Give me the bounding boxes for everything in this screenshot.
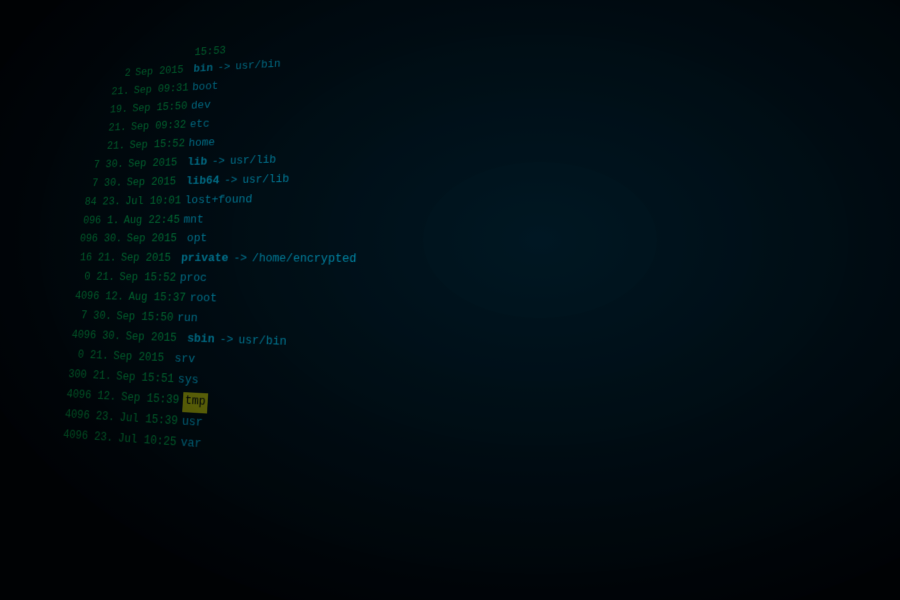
- col-date: Sep 2015: [113, 347, 176, 368]
- col-num: 096 1.: [81, 211, 125, 229]
- terminal-content: 15:53 2 Sep 2015 bin -> usr/bin 21. Sep …: [36, 0, 900, 600]
- arrow: ->: [207, 152, 231, 170]
- col-date: Aug 15:37: [128, 288, 190, 307]
- col-date: Sep 2015: [127, 154, 187, 173]
- col-num: 096 30.: [79, 230, 127, 248]
- col-num: 21.: [92, 83, 135, 102]
- terminal-screen: 15:53 2 Sep 2015 bin -> usr/bin 21. Sep …: [0, 0, 900, 600]
- col-date: Sep 2015: [120, 250, 182, 268]
- col-num: 0 21.: [76, 268, 120, 286]
- col-date: Sep 15:52: [129, 135, 189, 154]
- col-date: Sep 15:51: [116, 367, 179, 389]
- col-num: 19.: [90, 101, 133, 120]
- dir-name: srv: [174, 350, 196, 370]
- dir-name: usr: [181, 413, 203, 434]
- col-date: Sep 2015: [125, 328, 188, 349]
- dir-target: usr/lib: [242, 170, 290, 189]
- dir-name: mnt: [183, 211, 204, 230]
- arrow: ->: [212, 58, 235, 76]
- arrow: ->: [214, 330, 239, 350]
- dir-name: lib: [187, 154, 208, 173]
- dir-target: usr/bin: [235, 56, 281, 76]
- arrow: ->: [219, 171, 243, 189]
- col-date: Sep 15:50: [116, 308, 178, 328]
- col-num: 16 21.: [78, 249, 122, 267]
- col-num: 4096 23.: [62, 425, 118, 448]
- col-date: Sep 2015: [126, 230, 187, 248]
- col-date: Sep 15:39: [120, 388, 183, 410]
- dir-name: dev: [190, 98, 211, 117]
- col-num: 7 30.: [86, 155, 129, 173]
- dir-name: etc: [189, 116, 210, 135]
- dir-target: usr/lib: [229, 151, 276, 170]
- col-date: Sep 09:31: [133, 79, 193, 99]
- col-num: 2: [93, 65, 136, 84]
- col-num: 7 30.: [84, 174, 127, 192]
- col-num: [95, 59, 136, 62]
- col-date: Jul 10:25: [117, 429, 181, 453]
- dir-name: lost+found: [184, 191, 252, 211]
- col-num: 84 23.: [82, 193, 126, 211]
- col-date: Sep 09:32: [130, 116, 190, 135]
- dir-target: /home/encrypted: [252, 250, 357, 269]
- col-num: 4096 23.: [64, 405, 120, 427]
- dir-name: var: [180, 434, 202, 456]
- col-num: 4096 12.: [66, 385, 122, 406]
- col-date: Aug 22:45: [123, 211, 184, 229]
- dir-name: lib64: [185, 173, 219, 192]
- dir-name: private: [180, 251, 228, 270]
- col-num: 4096 30.: [71, 326, 126, 346]
- dir-name: root: [189, 290, 217, 310]
- dir-name: bin: [193, 61, 214, 80]
- col-date: Sep 2015: [126, 173, 187, 192]
- col-num: 7 30.: [73, 307, 117, 326]
- col-date: Sep 15:50: [132, 98, 192, 118]
- arrow: ->: [228, 250, 253, 269]
- col-num: 300 21.: [68, 365, 117, 386]
- col-num: 21.: [89, 119, 132, 137]
- dir-name: sys: [177, 371, 199, 392]
- col-num: 4096 12.: [74, 287, 129, 306]
- col-date: Jul 15:39: [119, 408, 183, 431]
- col-date: [136, 55, 194, 59]
- col-num: 0 21.: [69, 346, 114, 366]
- dir-name: proc: [179, 270, 207, 289]
- dir-name: sbin: [186, 330, 215, 350]
- col-date: Sep 2015: [135, 61, 194, 81]
- dir-name: home: [188, 135, 215, 154]
- col-num: 21.: [87, 137, 130, 155]
- dir-name-tmp: tmp: [183, 392, 208, 413]
- dir-target: usr/bin: [238, 331, 287, 352]
- dir-name: run: [177, 310, 199, 330]
- col-date: Jul 10:01: [125, 192, 186, 210]
- dir-name: boot: [192, 79, 219, 98]
- dir-name: opt: [186, 231, 207, 250]
- col-date: Sep 15:52: [119, 269, 181, 288]
